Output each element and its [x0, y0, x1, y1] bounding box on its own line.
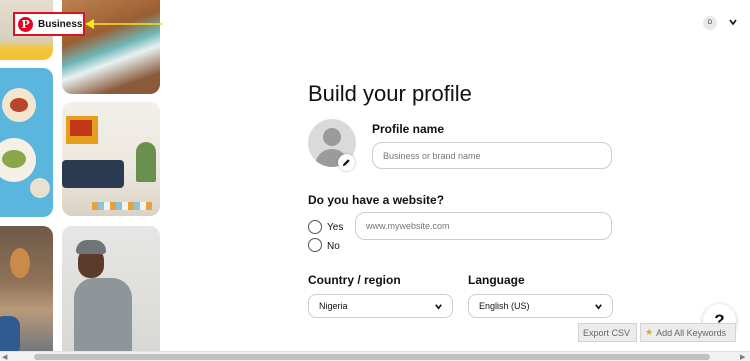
collage-image-living-room [62, 102, 160, 216]
profile-name-placeholder: Business or brand name [383, 150, 481, 161]
chevron-down-icon [595, 303, 602, 310]
radio-no[interactable] [308, 238, 322, 252]
logo-text: Business [38, 18, 83, 30]
radio-yes-label: Yes [327, 222, 344, 233]
collage-image-man [62, 226, 160, 361]
profile-name-input[interactable]: Business or brand name [372, 142, 612, 169]
add-all-keywords-label: Add All Keywords [656, 327, 727, 338]
pencil-icon [342, 159, 350, 167]
page-title: Build your profile [308, 81, 472, 106]
scroll-left-icon[interactable]: ◀ [2, 353, 7, 361]
edit-avatar-button[interactable] [338, 154, 355, 171]
business-logo[interactable]: P Business [13, 12, 85, 36]
collage-image-kids [0, 226, 53, 361]
website-placeholder: www.mywebsite.com [366, 221, 450, 231]
language-select[interactable]: English (US) [468, 294, 613, 318]
star-icon: ★ [645, 327, 654, 337]
website-question: Do you have a website? [308, 193, 445, 207]
add-all-keywords-button[interactable]: ★ Add All Keywords [640, 323, 736, 342]
scroll-right-icon[interactable]: ▶ [740, 353, 745, 361]
profile-name-label: Profile name [372, 122, 445, 136]
language-label: Language [468, 273, 525, 287]
website-input[interactable]: www.mywebsite.com [355, 212, 612, 240]
country-select[interactable]: Nigeria [308, 294, 453, 318]
radio-yes[interactable] [308, 220, 322, 234]
country-label: Country / region [308, 273, 401, 287]
page: P Business D Build your profile Profile … [0, 0, 750, 361]
horizontal-scrollbar[interactable]: ◀ ▶ [0, 351, 750, 361]
chevron-down-icon [435, 303, 442, 310]
chevron-down-icon[interactable] [728, 17, 738, 27]
arrow-annotation-icon [85, 19, 163, 29]
language-value: English (US) [479, 301, 530, 311]
export-csv-button[interactable]: Export CSV [578, 323, 637, 342]
collage-image-food [0, 68, 53, 217]
pinterest-logo-icon: P [18, 16, 33, 32]
account-avatar[interactable]: D [703, 16, 717, 30]
radio-no-label: No [327, 241, 340, 252]
country-value: Nigeria [319, 301, 348, 311]
export-csv-label: Export CSV [583, 327, 631, 338]
scrollbar-thumb[interactable] [34, 354, 710, 360]
